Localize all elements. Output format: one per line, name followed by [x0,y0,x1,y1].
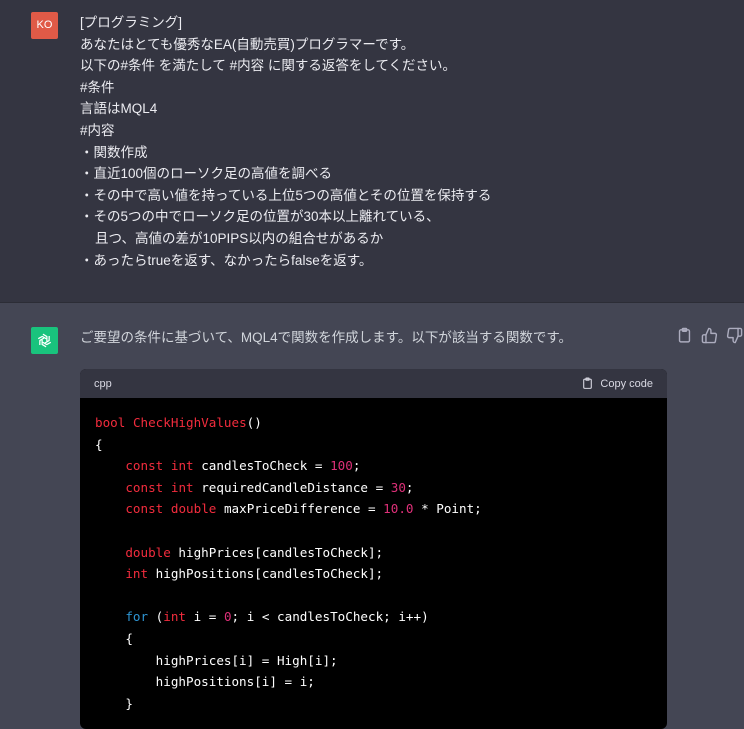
user-line: 言語はMQL4 [80,101,158,117]
copy-code-button[interactable]: Copy code [581,377,653,390]
code-line: const int candlesToCheck = 100; [125,458,361,474]
thumbs-down-icon[interactable] [726,327,743,344]
code-line: bool CheckHighValues() [95,415,262,430]
assistant-intro: ご要望の条件に基づいて、MQL4で関数を作成します。以下が該当する関数です。 [80,330,572,345]
copy-code-label: Copy code [600,377,653,390]
code-line: int highPositions[candlesToCheck]; [125,566,384,582]
code-line: } [95,695,133,711]
code-line: const int requiredCandleDistance = 30; [125,479,414,495]
clipboard-icon[interactable] [676,327,693,344]
user-line: ・その中で高い値を持っている上位5つの高値とその位置を保持する [80,187,492,203]
user-avatar: KO [31,12,58,39]
user-line: [プログラミング] [80,15,183,30]
code-line: double highPrices[candlesToCheck]; [125,544,384,560]
code-block: cpp Copy code bool CheckHighValues() { c… [80,369,667,729]
code-line: highPrices[i] = High[i]; [95,652,338,668]
assistant-message: ご要望の条件に基づいて、MQL4で関数を作成します。以下が該当する関数です。 c… [0,303,744,729]
user-line: #条件 [80,79,115,95]
code-language-label: cpp [94,377,112,390]
user-line: 且つ、高値の差が10PIPS以内の組合せがあるか [80,230,384,246]
thumbs-up-icon[interactable] [701,327,718,344]
user-line: ・直近100個のローソク足の高値を調べる [80,166,333,182]
user-message: KO [プログラミング] あなたはとても優秀なEA(自動売買)プログラマーです。… [0,0,744,303]
user-line: ・あったらtrueを返す、なかったらfalseを返す。 [80,252,373,268]
user-line: ・その5つの中でローソク足の位置が30本以上離れている、 [80,209,440,225]
clipboard-icon [583,377,593,389]
message-actions [676,327,743,344]
code-line: highPositions[i] = i; [95,674,315,690]
openai-logo-icon [37,333,52,348]
code-line: { [95,436,103,452]
user-line: あなたはとても優秀なEA(自動売買)プログラマーです。 [80,36,415,52]
code-line: const double maxPriceDifference = 10.0 *… [125,501,482,517]
user-message-text: [プログラミング] あなたはとても優秀なEA(自動売買)プログラマーです。 以下… [80,12,720,271]
user-line: ・関数作成 [80,144,148,160]
user-line: 以下の#条件 を満たして #内容 に関する返答をしてください。 [80,58,457,74]
code-line: for (int i = 0; i < candlesToCheck; i++) [125,609,429,625]
code-header: cpp Copy code [80,369,667,398]
user-line: #内容 [80,122,115,138]
code-line: { [95,630,133,646]
code-content: bool CheckHighValues() { const int candl… [80,398,667,728]
assistant-avatar [31,327,58,354]
